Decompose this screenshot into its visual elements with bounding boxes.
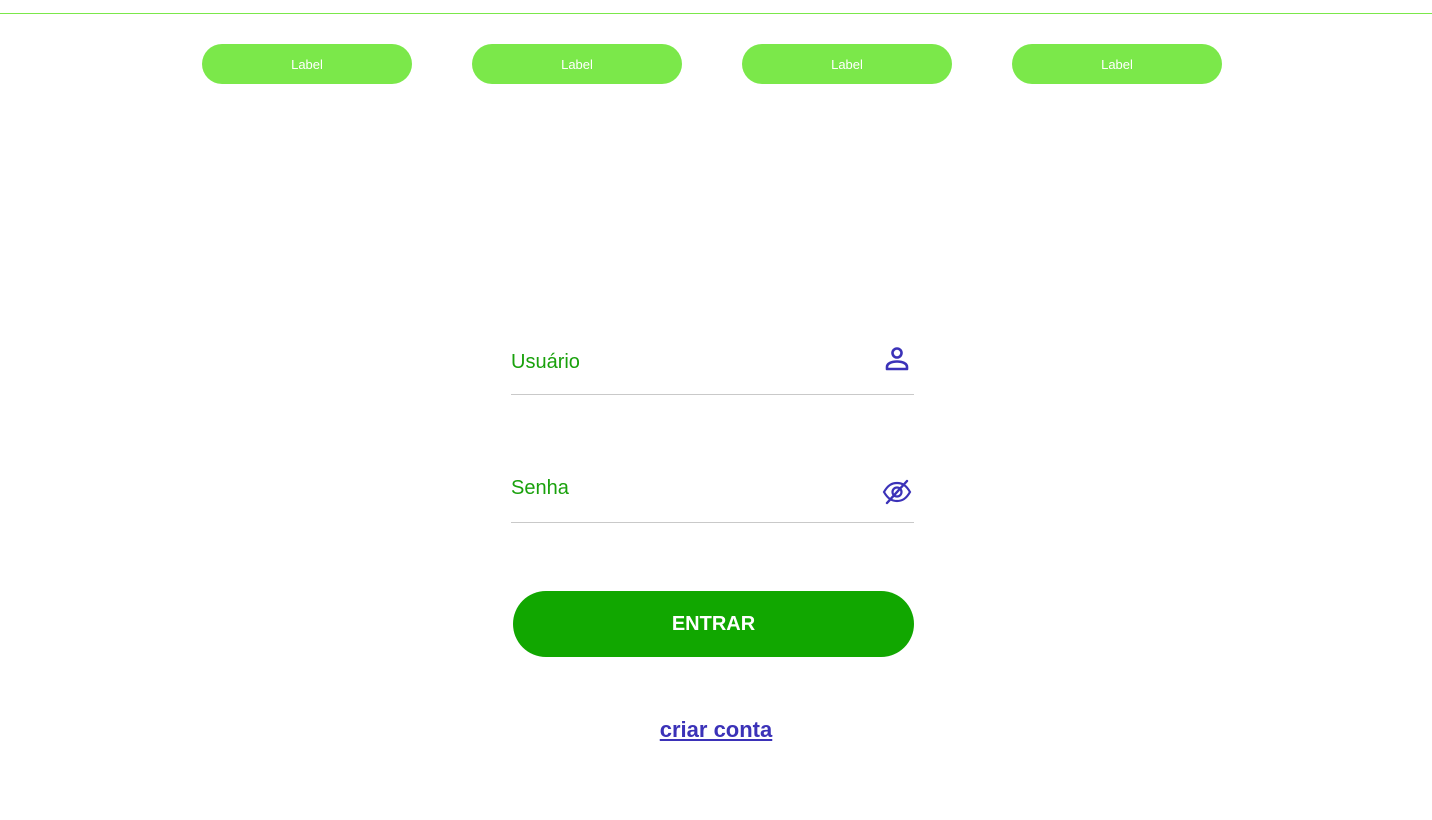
login-page: Label Label Label Label Usuário Senha EN… (0, 0, 1432, 820)
password-field[interactable]: Senha (511, 463, 914, 523)
nav-button-3[interactable]: Label (742, 44, 952, 84)
user-icon (882, 344, 912, 374)
enter-button[interactable]: ENTRAR (513, 591, 914, 657)
nav-button-1[interactable]: Label (202, 44, 412, 84)
nav-button-4[interactable]: Label (1012, 44, 1222, 84)
username-field[interactable]: Usuário (511, 338, 914, 395)
eye-off-icon[interactable] (882, 477, 912, 507)
nav-button-2[interactable]: Label (472, 44, 682, 84)
username-label: Usuário (511, 351, 580, 373)
top-divider (0, 13, 1432, 14)
create-account-link[interactable]: criar conta (660, 717, 773, 742)
password-label: Senha (511, 477, 569, 499)
create-account-row: criar conta (0, 717, 1432, 743)
